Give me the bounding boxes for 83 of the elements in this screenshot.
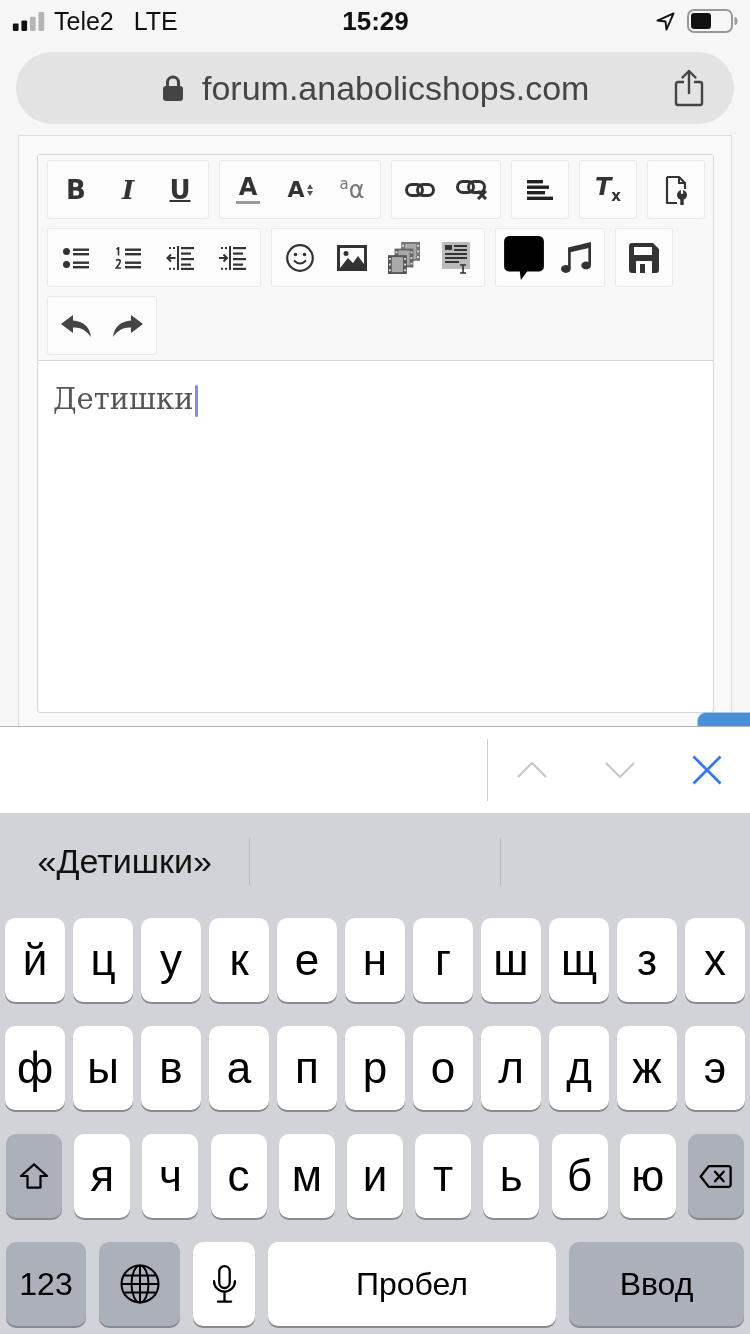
music-note-icon [561,241,591,274]
film-frames-icon [388,241,420,274]
letter-key[interactable]: у [141,918,201,1002]
share-icon [673,69,705,107]
letter-key[interactable]: ж [617,1026,677,1110]
suggestion-item[interactable]: «Детишки» [37,842,212,881]
text-block-icon [442,241,470,274]
letter-key[interactable]: в [141,1026,201,1110]
letter-key[interactable]: ч [142,1134,199,1218]
url-text: forum.anabolicshops.com [202,68,590,108]
signal-icon [12,11,46,31]
letter-key[interactable]: х [685,918,745,1002]
text-cursor-icon [194,385,198,417]
chevron-up-icon [517,762,547,778]
letter-key[interactable]: з [617,918,677,1002]
numbered-list-icon [115,246,141,269]
letter-key[interactable]: ю [619,1134,676,1218]
letter-key[interactable]: т [415,1134,472,1218]
indent-icon [218,245,246,270]
align-left-icon [527,179,553,200]
letter-key[interactable]: э [685,1026,745,1110]
chevron-down-icon [605,762,635,778]
globe-icon [119,1264,160,1304]
text-color-button[interactable]: A [222,163,274,216]
letter-key[interactable]: с [210,1134,267,1218]
carrier-name: Tele2 [54,6,114,36]
letter-key[interactable]: и [346,1134,403,1218]
lock-icon [162,75,184,101]
letter-key[interactable]: м [278,1134,335,1218]
return-key[interactable]: Ввод [569,1242,744,1326]
letter-key[interactable]: ц [73,918,133,1002]
letter-key[interactable]: п [277,1026,337,1110]
smiley-icon [286,243,314,272]
network-type: LTE [133,6,178,36]
globe-key[interactable] [99,1242,180,1326]
chain-icon [405,182,435,197]
letter-key[interactable]: й [5,918,65,1002]
clear-format-button[interactable]: T$_{x}$ [582,163,634,216]
letter-key[interactable]: б [551,1134,608,1218]
case-button[interactable]: $^{a}$α [326,163,378,216]
outdent-icon [166,245,194,270]
letter-key[interactable]: г [413,918,473,1002]
location-arrow-icon [656,11,675,31]
backspace-icon [699,1164,733,1188]
letter-key[interactable]: ш [481,918,541,1002]
document-wrench-icon [664,174,688,205]
battery-icon [687,9,739,33]
shift-key[interactable] [6,1134,62,1218]
italic-button[interactable]: I [102,163,154,216]
close-icon [692,755,722,785]
letter-key[interactable]: а [209,1026,269,1110]
bulleted-list-icon [63,246,89,269]
letter-key[interactable]: щ [549,918,609,1002]
letter-key[interactable]: ы [73,1026,133,1110]
shift-icon [19,1163,49,1189]
undo-arrow-icon [61,314,91,337]
status-time: 15:29 [342,5,409,37]
letter-key[interactable]: д [549,1026,609,1110]
editor-field[interactable]: Детишки [38,361,713,712]
letter-key[interactable]: ф [5,1026,65,1110]
microphone-icon [211,1265,237,1303]
letter-key[interactable]: р [345,1026,405,1110]
letter-key[interactable]: о [413,1026,473,1110]
letter-key[interactable]: ь [483,1134,540,1218]
speech-bubble-icon [504,235,544,280]
letter-key[interactable]: к [209,918,269,1002]
font-size-button[interactable]: A [274,163,326,216]
redo-arrow-icon [113,314,143,337]
microphone-key[interactable] [193,1242,255,1326]
share-button[interactable] [673,69,705,107]
underline-button[interactable]: U [154,163,206,216]
letter-key[interactable]: я [74,1134,131,1218]
numbers-key[interactable]: 123 [6,1242,86,1326]
bold-button[interactable]: B [50,163,102,216]
up-down-arrows-icon [306,183,313,196]
letter-key[interactable]: н [345,918,405,1002]
address-bar[interactable]: forum.anabolicshops.com [16,52,734,124]
letter-key[interactable]: е [277,918,337,1002]
delete-key[interactable] [687,1134,744,1218]
space-key[interactable]: Пробел [268,1242,556,1326]
chain-cross-icon [456,179,488,200]
image-icon [337,244,367,271]
letter-key[interactable]: л [481,1026,541,1110]
